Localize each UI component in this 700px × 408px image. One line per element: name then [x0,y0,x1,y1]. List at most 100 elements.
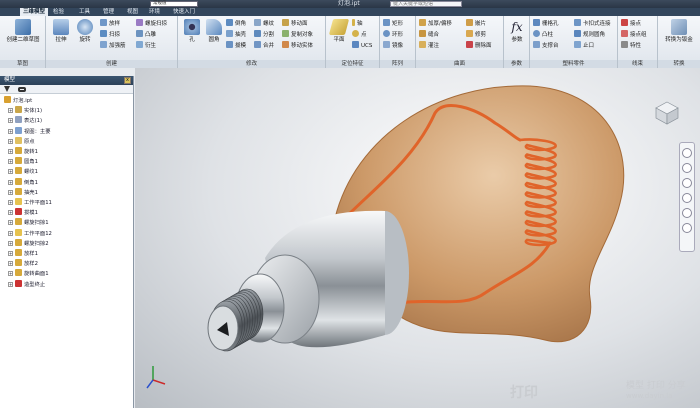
browser-node[interactable]: + 实体(1) [8,106,42,115]
copy-object-button[interactable]: 复制对象 [282,30,313,39]
coil-button[interactable]: 螺旋扫掠 [136,19,167,28]
delete-face-button[interactable]: 删除面 [466,41,492,50]
expand-icon[interactable]: + [8,281,13,287]
derive-button[interactable]: 衍生 [136,41,156,50]
shell-button[interactable]: 抽壳 [226,30,246,39]
expand-icon[interactable]: + [8,200,13,205]
browser-node[interactable]: + 视图：主要 [8,126,51,136]
browser-node[interactable]: + 旋转1 [8,147,38,156]
binoculars-icon[interactable] [18,87,26,92]
filter-icon[interactable] [4,86,10,92]
split-button[interactable]: 分割 [254,30,274,39]
mirror-button[interactable]: 镜像 [383,41,403,50]
browser-node[interactable]: + 螺旋扫掠2 [8,238,49,248]
rib-button[interactable]: 加强筋 [100,41,126,50]
expand-icon[interactable]: + [8,189,13,195]
view-cube[interactable] [654,100,680,126]
expand-icon[interactable]: + [8,271,13,277]
expand-icon[interactable]: + [8,220,13,226]
expand-icon[interactable]: + [8,128,13,134]
point-button[interactable]: 点 [352,30,367,39]
lip-button[interactable]: 止口 [574,41,594,50]
browser-node[interactable]: + 抽壳1 [8,187,38,197]
expand-icon[interactable]: + [8,179,13,185]
plane-button[interactable]: 平面 [328,19,350,43]
tab-manage[interactable]: 管理 [100,8,117,16]
tab-view[interactable]: 视图 [124,8,141,16]
expand-icon[interactable]: + [8,159,13,165]
properties-button[interactable]: 特性 [621,41,641,50]
axis-button[interactable]: 轴 [352,19,363,28]
browser-node[interactable]: + 原点 [8,136,35,146]
hole-button[interactable]: 孔 [182,19,202,43]
expand-icon[interactable]: + [8,261,13,267]
boss-button[interactable]: 凸柱 [533,30,553,39]
thread-button[interactable]: 螺纹 [254,19,274,28]
create-2d-sketch-button[interactable]: 创建二维草图 [2,19,44,43]
tab-environment[interactable]: 环境 [146,8,163,16]
move-body-button[interactable]: 移动实体 [282,41,313,50]
tab-tools[interactable]: 工具 [76,8,93,16]
patch-button[interactable]: 嵌片 [466,19,486,28]
expand-icon[interactable]: + [8,118,13,124]
fillet-button[interactable]: 圆角 [204,19,224,43]
browser-node[interactable]: + 工作平面11 [8,198,52,207]
splice-group-button[interactable]: 接点组 [621,30,647,39]
orbit-icon[interactable] [682,193,692,203]
splice-button[interactable]: 接点 [621,19,641,28]
rule-fillet-button[interactable]: 规则圆角 [574,30,605,39]
snap-fit-button[interactable]: 卡扣式连接 [574,19,611,28]
steering-wheel-icon[interactable] [682,148,692,158]
tab-get-started[interactable]: 快速入门 [170,8,198,16]
combine-button[interactable]: 合并 [254,41,274,50]
expand-icon[interactable]: + [8,240,13,246]
expand-icon[interactable]: + [8,210,13,216]
browser-node[interactable]: + 螺纹1 [8,167,38,176]
browser-node[interactable]: + 放样1 [8,249,38,258]
loft-button[interactable]: 放样 [100,19,120,28]
expand-icon[interactable]: + [8,138,13,144]
browser-node[interactable]: + 造型终止 [8,279,45,289]
browser-node[interactable]: + 拔模1 [8,208,38,217]
thicken-offset-button[interactable]: 加厚/偏移 [419,19,452,28]
browser-node[interactable]: + 螺旋扫掠1 [8,218,49,227]
convert-to-sheet-metal-button[interactable]: 转换为钣金 [660,19,698,43]
browser-node[interactable]: + 工作平面12 [8,228,52,238]
browser-node[interactable]: + 放样2 [8,259,38,268]
stitch-button[interactable]: 缝合 [419,30,439,39]
expand-icon[interactable]: + [8,149,13,154]
expand-icon[interactable]: + [8,251,13,256]
rest-button[interactable]: 支撑台 [533,41,559,50]
move-face-button[interactable]: 移动面 [282,19,308,28]
expand-icon[interactable]: + [8,169,13,175]
zoom-icon[interactable] [682,178,692,188]
extrude-button[interactable]: 拉伸 [50,19,72,43]
circular-pattern-button[interactable]: 环形 [383,30,403,39]
browser-node[interactable]: + 旋转曲面1 [8,269,49,278]
browser-close-button[interactable]: x [124,77,131,84]
ucs-button[interactable]: UCS [352,41,372,50]
view-face-icon[interactable] [682,223,692,233]
emboss-button[interactable]: 凸雕 [136,30,156,39]
trim-button[interactable]: 修剪 [466,30,486,39]
tab-inspect[interactable]: 检验 [50,8,67,16]
sweep-button[interactable]: 扫掠 [100,30,120,39]
project-combo[interactable]: 常规值 [150,1,198,7]
search-input[interactable]: 键入关键字或短语 [390,1,462,7]
expand-icon[interactable]: + [8,108,13,114]
rectangular-pattern-button[interactable]: 矩形 [383,19,403,28]
look-at-icon[interactable] [682,208,692,218]
draft-button[interactable]: 拔模 [226,41,246,50]
browser-node[interactable]: + 表达(1) [8,116,42,125]
graphics-viewport[interactable] [135,68,700,408]
browser-node[interactable]: + 倒角1 [8,177,38,187]
browser-node[interactable]: + 圆角1 [8,157,38,166]
sculpt-button[interactable]: 灌注 [419,41,439,50]
pan-icon[interactable] [682,163,692,173]
grill-button[interactable]: 栅格孔 [533,19,559,28]
chamfer-button[interactable]: 倒角 [226,19,246,28]
revolve-button[interactable]: 旋转 [74,19,96,43]
expand-icon[interactable]: + [8,230,13,236]
parameters-button[interactable]: fx 参数 [506,19,528,43]
tab-3d-model[interactable]: 三维模型 [20,8,49,16]
